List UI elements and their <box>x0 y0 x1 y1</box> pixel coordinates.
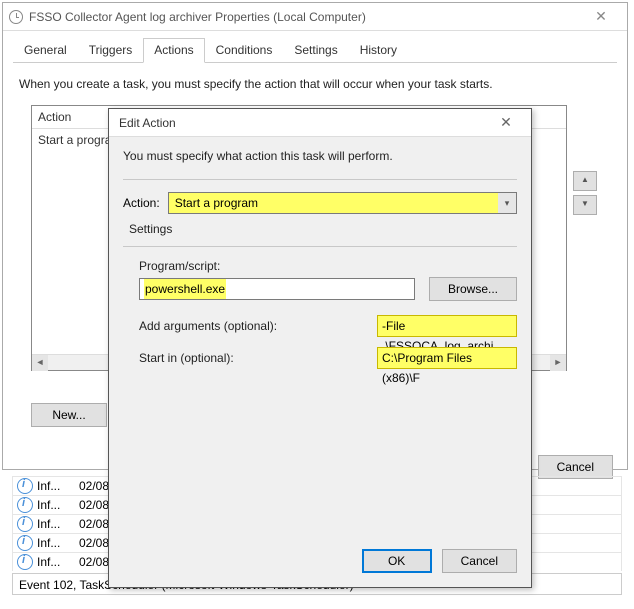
tab-strip: General Triggers Actions Conditions Sett… <box>13 37 617 63</box>
info-icon <box>17 478 33 494</box>
dialog-message: You must specify what action this task w… <box>123 149 517 163</box>
info-icon <box>17 554 33 570</box>
cancel-button[interactable]: Cancel <box>442 549 517 573</box>
properties-titlebar[interactable]: FSSO Collector Agent log archiver Proper… <box>3 3 627 31</box>
scroll-left-icon[interactable]: ◄ <box>32 355 48 371</box>
info-icon <box>17 535 33 551</box>
arguments-input[interactable]: -File .\FSSOCA_log_archi <box>377 315 517 337</box>
edit-action-dialog: Edit Action ✕ You must specify what acti… <box>108 108 532 588</box>
action-dropdown-value: Start a program <box>169 193 498 213</box>
tab-settings[interactable]: Settings <box>283 38 348 63</box>
tab-actions[interactable]: Actions <box>143 38 204 63</box>
dialog-title: Edit Action <box>119 116 491 130</box>
info-icon <box>17 497 33 513</box>
move-down-button[interactable]: ▼ <box>573 195 597 215</box>
program-label: Program/script: <box>139 259 517 273</box>
close-icon[interactable]: ✕ <box>581 8 621 25</box>
clock-icon <box>9 10 23 24</box>
tab-conditions[interactable]: Conditions <box>205 38 284 63</box>
program-input[interactable]: powershell.exe <box>139 278 415 300</box>
move-up-button[interactable]: ▲ <box>573 171 597 191</box>
chevron-down-icon: ▾ <box>498 198 516 209</box>
scroll-right-icon[interactable]: ► <box>550 355 566 371</box>
divider <box>123 246 517 247</box>
action-label: Action: <box>123 196 160 210</box>
startin-input[interactable]: C:\Program Files (x86)\F <box>377 347 517 369</box>
dialog-titlebar[interactable]: Edit Action ✕ <box>109 109 531 137</box>
tab-history[interactable]: History <box>349 38 408 63</box>
tab-triggers[interactable]: Triggers <box>78 38 144 63</box>
arguments-label: Add arguments (optional): <box>139 319 377 333</box>
tab-general[interactable]: General <box>13 38 78 63</box>
action-dropdown[interactable]: Start a program ▾ <box>168 192 517 214</box>
instruction-text: When you create a task, you must specify… <box>19 77 611 91</box>
ok-button[interactable]: OK <box>362 549 432 573</box>
divider <box>123 179 517 180</box>
new-button[interactable]: New... <box>31 403 107 427</box>
reorder-buttons: ▲ ▼ <box>573 171 597 219</box>
close-icon[interactable]: ✕ <box>491 114 521 131</box>
settings-group-label: Settings <box>129 222 517 236</box>
startin-label: Start in (optional): <box>139 351 377 365</box>
properties-title: FSSO Collector Agent log archiver Proper… <box>29 10 581 24</box>
browse-button[interactable]: Browse... <box>429 277 517 301</box>
info-icon <box>17 516 33 532</box>
